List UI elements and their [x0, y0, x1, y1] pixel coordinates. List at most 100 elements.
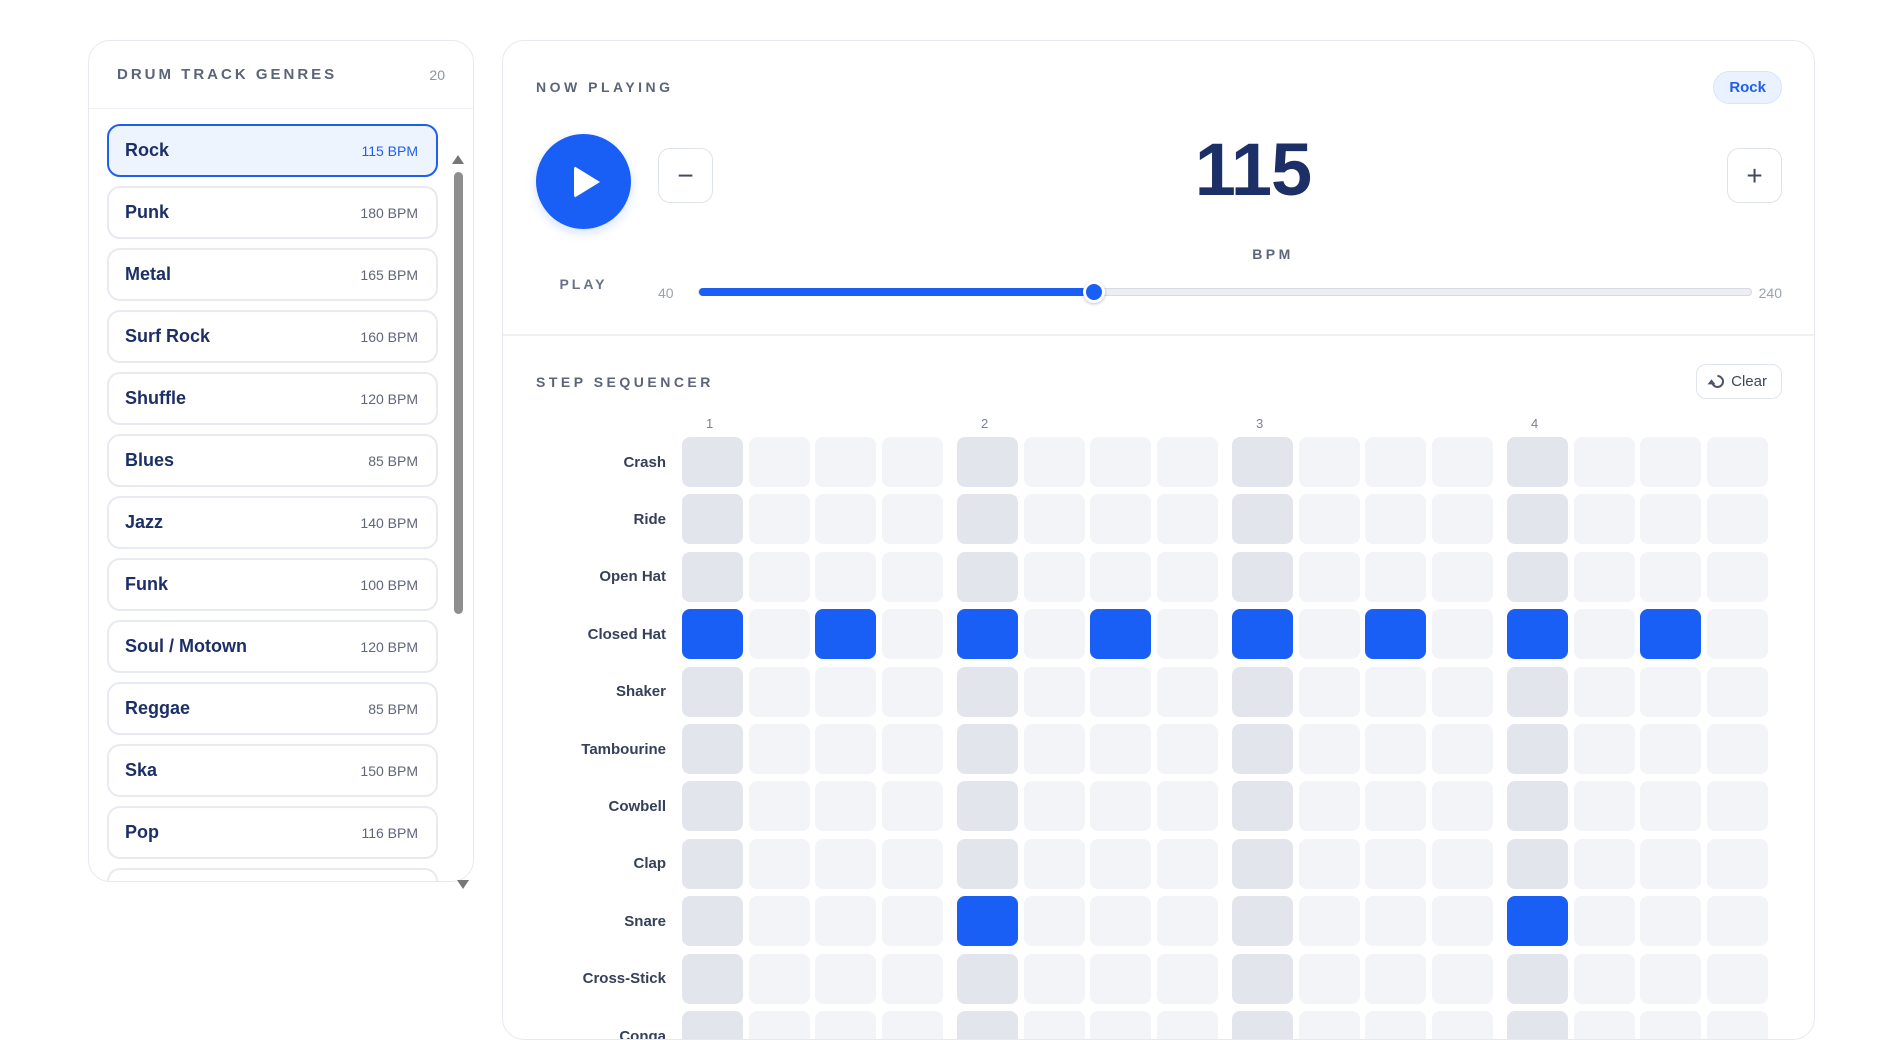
step-cell[interactable]	[1232, 724, 1293, 774]
step-cell[interactable]	[957, 666, 1018, 717]
step-cell[interactable]	[1232, 953, 1293, 1004]
step-cell[interactable]	[1156, 724, 1218, 774]
step-cell[interactable]	[1298, 551, 1360, 602]
step-cell[interactable]	[1232, 1011, 1293, 1039]
step-cell[interactable]	[815, 437, 876, 487]
step-cell[interactable]	[1507, 551, 1568, 602]
step-cell[interactable]	[881, 838, 943, 889]
step-cell[interactable]	[1640, 724, 1701, 774]
step-cell[interactable]	[815, 1011, 876, 1039]
step-cell[interactable]	[1090, 724, 1151, 774]
step-cell[interactable]	[1298, 1011, 1360, 1039]
step-cell[interactable]	[1706, 781, 1768, 832]
step-cell[interactable]	[1090, 437, 1151, 487]
step-cell[interactable]	[1706, 953, 1768, 1004]
step-cell[interactable]	[1023, 838, 1085, 889]
step-cell[interactable]	[1706, 609, 1768, 660]
step-cell[interactable]	[682, 609, 743, 660]
increase-bpm-button[interactable]: +	[1727, 148, 1782, 203]
step-cell[interactable]	[815, 724, 876, 774]
step-cell[interactable]	[1156, 781, 1218, 832]
step-cell[interactable]	[1156, 666, 1218, 717]
step-cell[interactable]	[1507, 1011, 1568, 1039]
step-cell[interactable]	[1232, 781, 1293, 832]
step-cell[interactable]	[1156, 494, 1218, 545]
genre-item[interactable]: Reggae 85 BPM	[107, 682, 438, 735]
step-cell[interactable]	[1640, 494, 1701, 545]
step-cell[interactable]	[1573, 666, 1635, 717]
genre-item[interactable]: Funk 100 BPM	[107, 558, 438, 611]
step-cell[interactable]	[815, 609, 876, 660]
step-cell[interactable]	[957, 1011, 1018, 1039]
caret-up-icon[interactable]	[452, 155, 464, 164]
step-cell[interactable]	[1023, 494, 1085, 545]
step-cell[interactable]	[1023, 724, 1085, 774]
step-cell[interactable]	[1090, 494, 1151, 545]
step-cell[interactable]	[1573, 896, 1635, 947]
step-cell[interactable]	[1232, 666, 1293, 717]
caret-down-icon[interactable]	[457, 880, 469, 889]
step-cell[interactable]	[1365, 953, 1426, 1004]
genre-item[interactable]: Metal 165 BPM	[107, 248, 438, 301]
step-cell[interactable]	[957, 953, 1018, 1004]
step-cell[interactable]	[1365, 551, 1426, 602]
step-cell[interactable]	[1365, 896, 1426, 947]
step-cell[interactable]	[881, 609, 943, 660]
step-cell[interactable]	[682, 724, 743, 774]
step-cell[interactable]	[1023, 1011, 1085, 1039]
step-cell[interactable]	[1156, 953, 1218, 1004]
step-cell[interactable]	[1640, 953, 1701, 1004]
step-cell[interactable]	[1573, 781, 1635, 832]
step-cell[interactable]	[1573, 953, 1635, 1004]
step-cell[interactable]	[1431, 494, 1493, 545]
step-cell[interactable]	[1365, 666, 1426, 717]
step-cell[interactable]	[1507, 494, 1568, 545]
step-cell[interactable]	[815, 838, 876, 889]
step-cell[interactable]	[1640, 551, 1701, 602]
step-cell[interactable]	[815, 551, 876, 602]
step-cell[interactable]	[1640, 609, 1701, 660]
step-cell[interactable]	[1507, 838, 1568, 889]
step-cell[interactable]	[1573, 551, 1635, 602]
step-cell[interactable]	[1706, 551, 1768, 602]
genre-item[interactable]: Pop 116 BPM	[107, 806, 438, 859]
step-cell[interactable]	[1298, 724, 1360, 774]
step-cell[interactable]	[748, 551, 810, 602]
step-cell[interactable]	[1232, 437, 1293, 487]
step-cell[interactable]	[1232, 494, 1293, 545]
step-cell[interactable]	[1706, 666, 1768, 717]
step-cell[interactable]	[1365, 437, 1426, 487]
step-cell[interactable]	[1023, 437, 1085, 487]
step-cell[interactable]	[1431, 437, 1493, 487]
step-cell[interactable]	[1090, 1011, 1151, 1039]
step-cell[interactable]	[1640, 896, 1701, 947]
step-cell[interactable]	[1156, 1011, 1218, 1039]
step-cell[interactable]	[1431, 666, 1493, 717]
step-cell[interactable]	[957, 724, 1018, 774]
step-cell[interactable]	[1706, 1011, 1768, 1039]
step-cell[interactable]	[748, 781, 810, 832]
step-cell[interactable]	[748, 1011, 810, 1039]
step-cell[interactable]	[881, 1011, 943, 1039]
step-cell[interactable]	[748, 953, 810, 1004]
step-cell[interactable]	[1298, 494, 1360, 545]
step-cell[interactable]	[682, 551, 743, 602]
step-cell[interactable]	[957, 494, 1018, 545]
step-cell[interactable]	[1706, 896, 1768, 947]
step-cell[interactable]	[1365, 609, 1426, 660]
step-cell[interactable]	[1573, 724, 1635, 774]
step-cell[interactable]	[1156, 551, 1218, 602]
step-cell[interactable]	[815, 896, 876, 947]
step-cell[interactable]	[1365, 838, 1426, 889]
step-cell[interactable]	[1298, 437, 1360, 487]
step-cell[interactable]	[1507, 724, 1568, 774]
step-cell[interactable]	[1156, 838, 1218, 889]
step-cell[interactable]	[682, 781, 743, 832]
step-cell[interactable]	[1431, 724, 1493, 774]
step-cell[interactable]	[748, 609, 810, 660]
step-cell[interactable]	[1431, 609, 1493, 660]
step-cell[interactable]	[1232, 896, 1293, 947]
step-cell[interactable]	[1298, 953, 1360, 1004]
step-cell[interactable]	[1232, 609, 1293, 660]
step-cell[interactable]	[957, 551, 1018, 602]
